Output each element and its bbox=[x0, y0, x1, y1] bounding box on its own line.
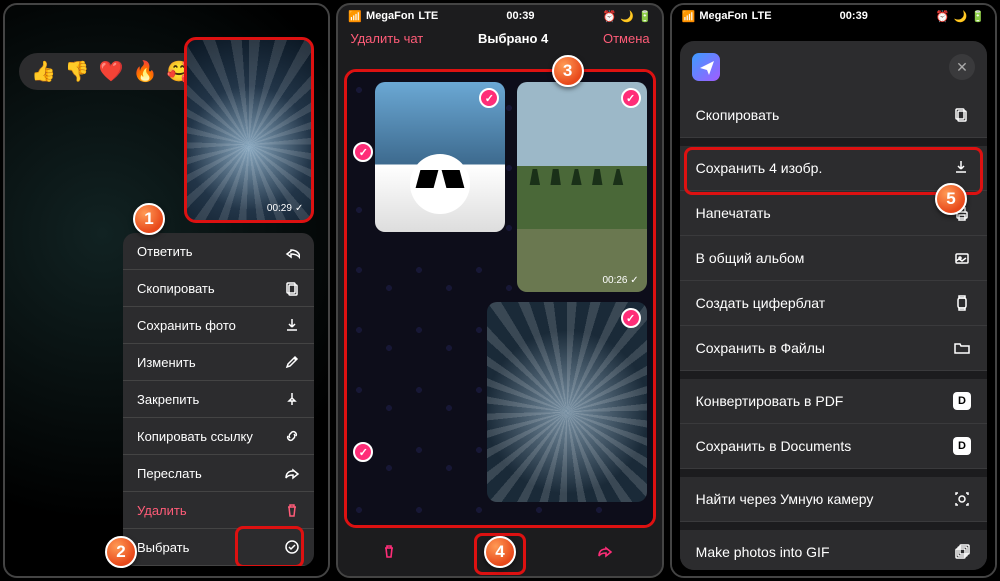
react-fire[interactable]: 🔥 bbox=[133, 59, 158, 84]
share-gif[interactable]: Make photos into GIF bbox=[680, 530, 987, 570]
folder-icon bbox=[953, 339, 971, 357]
step-badge-4: 4 bbox=[484, 536, 516, 568]
menu-pin[interactable]: Закрепить bbox=[123, 381, 314, 418]
selection-title: Выбрано 4 bbox=[478, 31, 548, 46]
reply-icon bbox=[284, 243, 300, 259]
menu-select[interactable]: Выбрать bbox=[123, 529, 314, 566]
menu-reply[interactable]: Ответить bbox=[123, 233, 314, 270]
share-sheet: ✕ Скопировать Сохранить 4 изобр. Напечат… bbox=[680, 41, 987, 570]
panel-2-selection: 📶MegaFonLTE 00:39 ⏰🌙🔋 Удалить чат Выбран… bbox=[336, 3, 663, 578]
pin-icon bbox=[284, 391, 300, 407]
react-thumbs-down[interactable]: 👎 bbox=[65, 59, 90, 84]
watch-icon bbox=[953, 294, 971, 312]
menu-copy-link[interactable]: Копировать ссылку bbox=[123, 418, 314, 455]
react-thumbs-up[interactable]: 👍 bbox=[31, 59, 56, 84]
status-time: 00:39 bbox=[506, 10, 534, 22]
menu-delete[interactable]: Удалить bbox=[123, 492, 314, 529]
trash-icon bbox=[284, 502, 300, 518]
link-icon bbox=[284, 428, 300, 444]
step-badge-5: 5 bbox=[935, 183, 967, 215]
share-actions-list: Скопировать Сохранить 4 изобр. Напечатат… bbox=[680, 93, 987, 570]
check-icon bbox=[479, 88, 499, 108]
copy-icon bbox=[953, 106, 971, 124]
app-icon bbox=[692, 53, 720, 81]
share-files[interactable]: Сохранить в Файлы bbox=[680, 326, 987, 371]
share-watchface[interactable]: Создать циферблат bbox=[680, 281, 987, 326]
share-save-images[interactable]: Сохранить 4 изобр. bbox=[680, 146, 987, 191]
selection-check-1[interactable] bbox=[353, 142, 373, 162]
cancel-button[interactable]: Отмена bbox=[603, 31, 650, 46]
share-smart-camera[interactable]: Найти через Умную камеру bbox=[680, 477, 987, 522]
share-copy[interactable]: Скопировать bbox=[680, 93, 987, 138]
status-bar: 📶MegaFonLTE 00:39 ⏰🌙🔋 bbox=[672, 5, 995, 25]
selection-header: Удалить чат Выбрано 4 Отмена bbox=[338, 25, 661, 52]
panel-3-share-sheet: 📶MegaFonLTE 00:39 ⏰🌙🔋 ✕ Скопировать Сохр… bbox=[670, 3, 997, 578]
menu-copy[interactable]: Скопировать bbox=[123, 270, 314, 307]
toolbar-forward-icon[interactable] bbox=[597, 543, 619, 565]
selected-images-area: 00:26 ✓ bbox=[344, 69, 655, 528]
scan-icon bbox=[953, 490, 971, 508]
image-duration: 00:29✓ bbox=[267, 203, 303, 214]
context-menu: Ответить Скопировать Сохранить фото Изме… bbox=[123, 233, 314, 566]
selected-image-1[interactable] bbox=[375, 82, 505, 232]
copy-icon bbox=[284, 280, 300, 296]
selection-check-2[interactable] bbox=[353, 442, 373, 462]
image-duration: 00:26 ✓ bbox=[602, 275, 638, 286]
album-icon bbox=[953, 249, 971, 267]
download-icon bbox=[953, 159, 971, 177]
share-documents[interactable]: Сохранить в DocumentsD bbox=[680, 424, 987, 469]
stack-icon bbox=[953, 543, 971, 561]
toolbar-delete-icon[interactable] bbox=[381, 543, 403, 565]
app-badge-d: D bbox=[953, 437, 971, 455]
delete-chat-button[interactable]: Удалить чат bbox=[350, 31, 423, 46]
select-icon bbox=[284, 539, 300, 555]
share-album[interactable]: В общий альбом bbox=[680, 236, 987, 281]
panel-1-context-menu: 👍 👎 ❤️ 🔥 🥰 👏 😀 ⌄ 00:29✓ Ответить Скопиро… bbox=[3, 3, 330, 578]
app-badge-d: D bbox=[953, 392, 971, 410]
react-heart[interactable]: ❤️ bbox=[99, 59, 124, 84]
edit-icon bbox=[284, 354, 300, 370]
share-pdf[interactable]: Конвертировать в PDFD bbox=[680, 379, 987, 424]
check-icon bbox=[621, 308, 641, 328]
selected-message-image[interactable]: 00:29✓ bbox=[184, 37, 314, 223]
menu-forward[interactable]: Переслать bbox=[123, 455, 314, 492]
step-badge-2: 2 bbox=[105, 536, 137, 568]
step-badge-1: 1 bbox=[133, 203, 165, 235]
selected-image-2[interactable]: 00:26 ✓ bbox=[517, 82, 647, 292]
selected-image-3[interactable] bbox=[487, 302, 647, 502]
close-icon[interactable]: ✕ bbox=[949, 54, 975, 80]
step-badge-3: 3 bbox=[552, 55, 584, 87]
status-time: 00:39 bbox=[840, 10, 868, 22]
menu-save-photo[interactable]: Сохранить фото bbox=[123, 307, 314, 344]
check-icon bbox=[621, 88, 641, 108]
download-icon bbox=[284, 317, 300, 333]
menu-edit[interactable]: Изменить bbox=[123, 344, 314, 381]
status-bar: 📶MegaFonLTE 00:39 ⏰🌙🔋 bbox=[338, 5, 661, 25]
forward-icon bbox=[284, 465, 300, 481]
